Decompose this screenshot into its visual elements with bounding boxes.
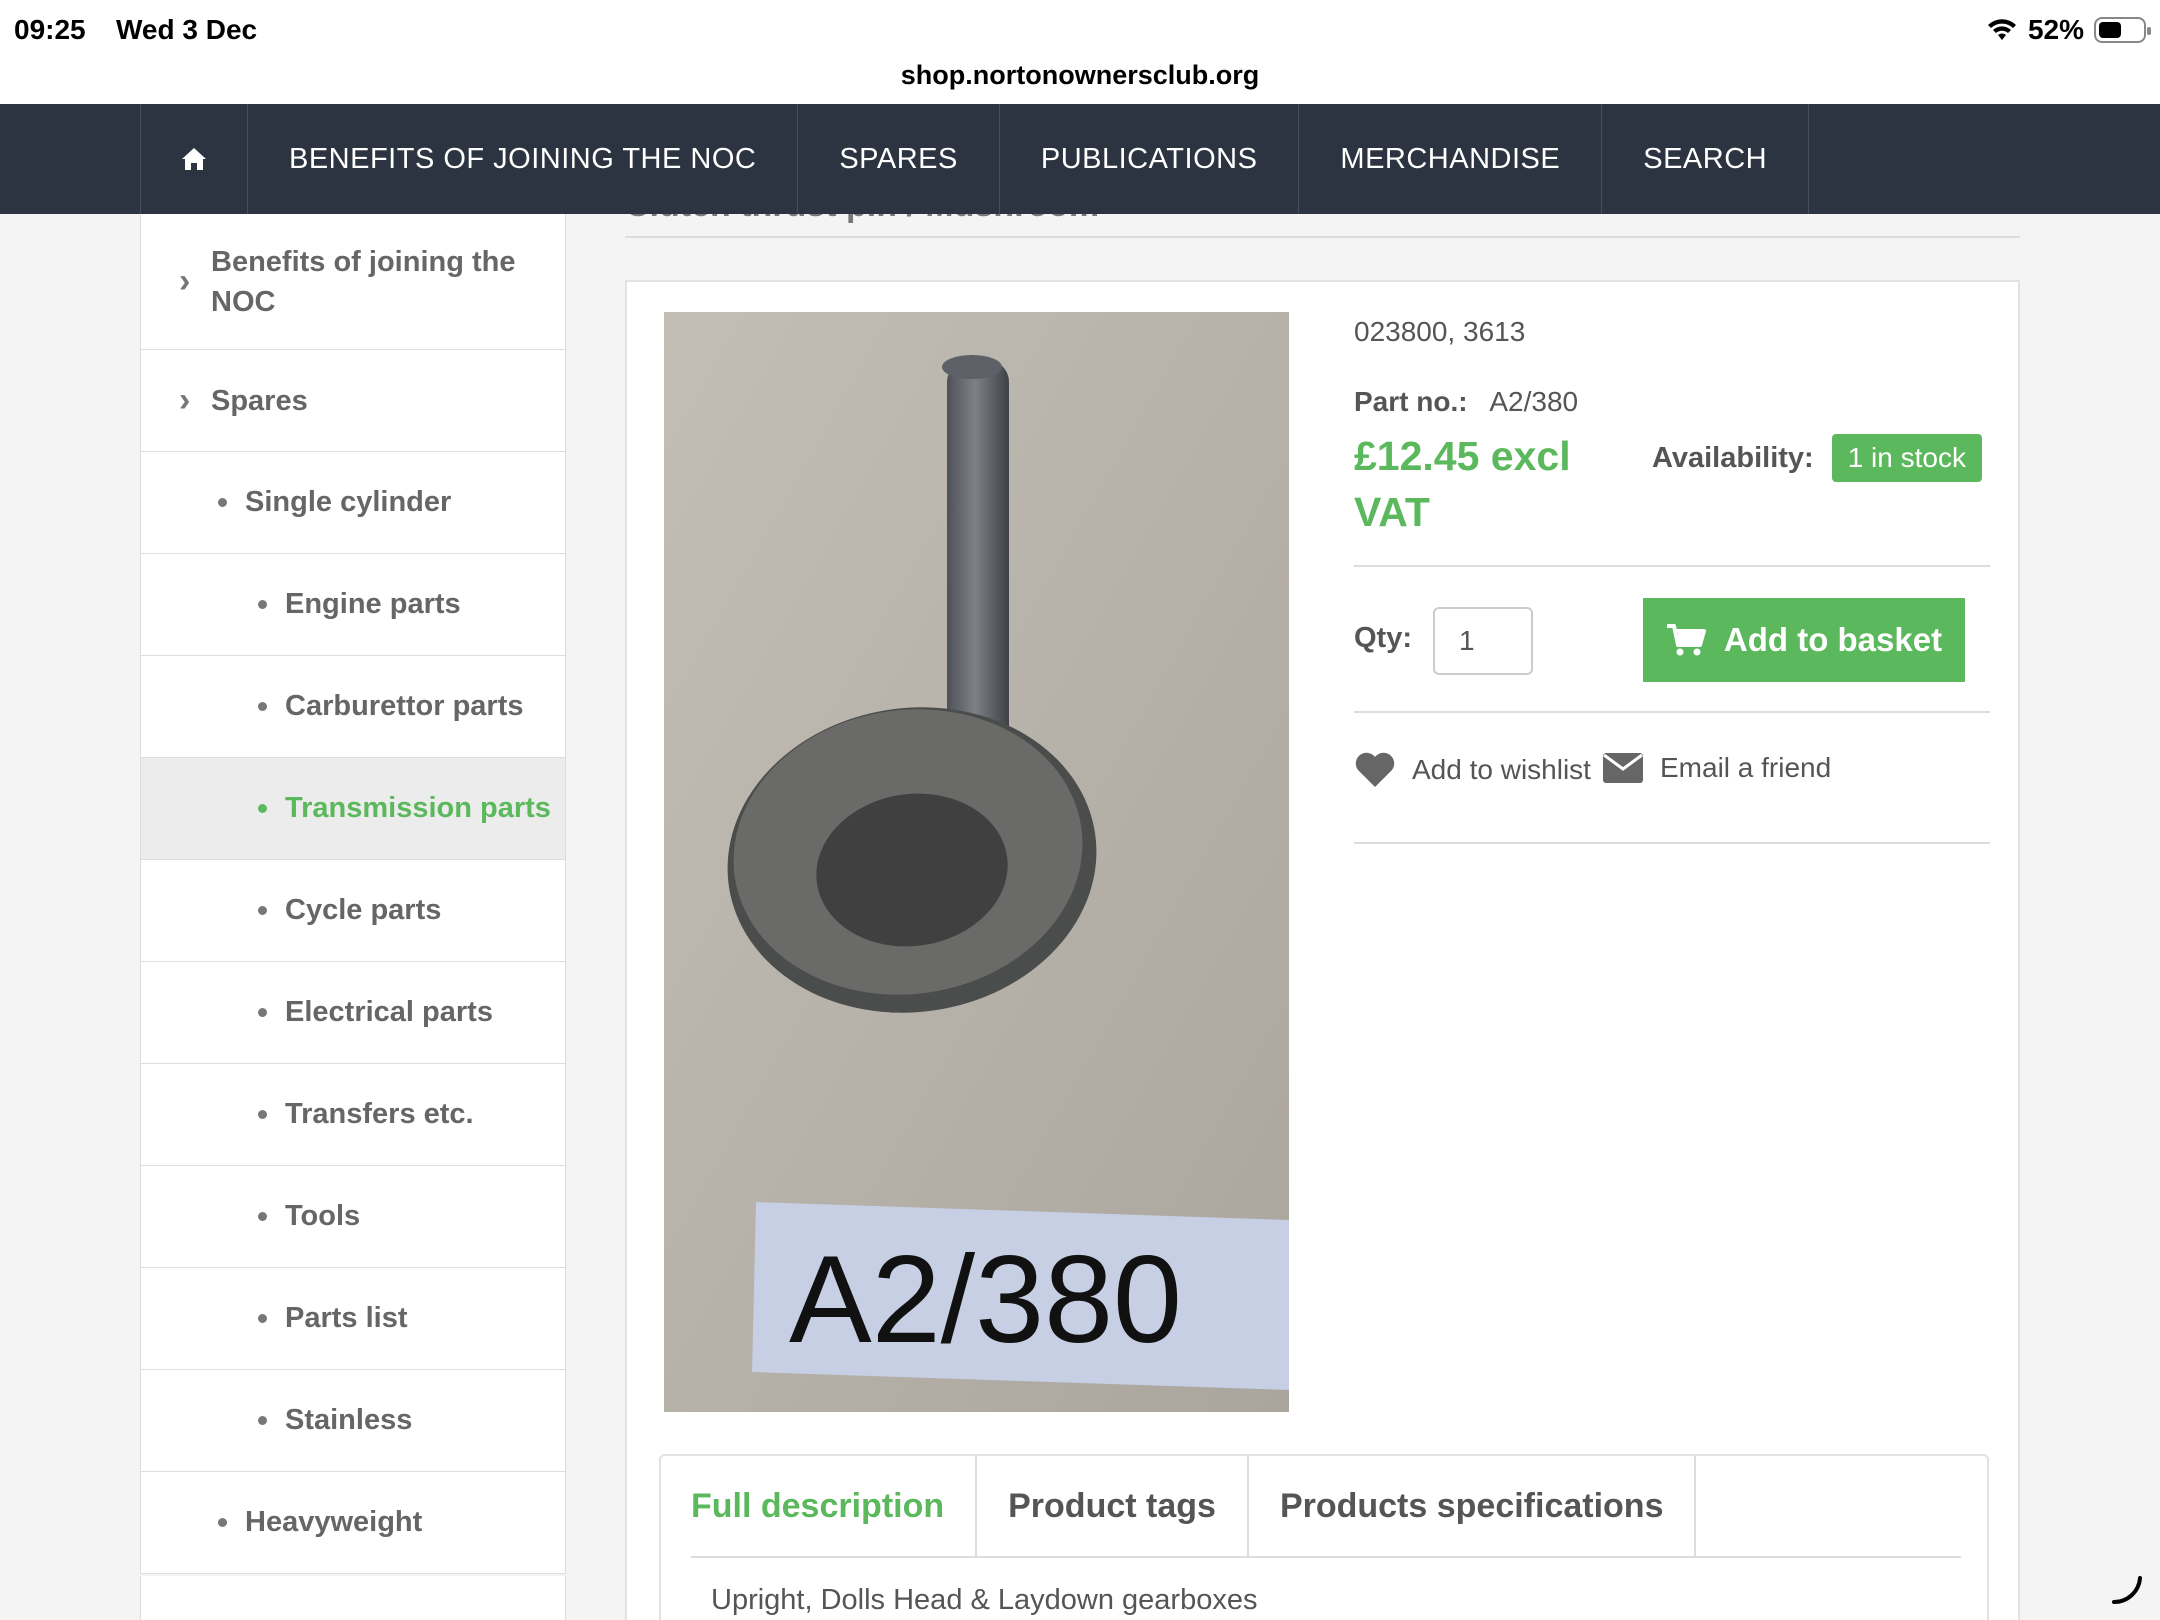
chevron-right-icon: › <box>179 262 191 300</box>
nav-search[interactable]: SEARCH <box>1601 104 1810 214</box>
sidebar-item-label: Benefits of joining the NOC <box>211 245 516 318</box>
bullet-icon <box>258 1212 267 1221</box>
bullet-icon <box>258 1008 267 1017</box>
bullet-icon <box>218 498 227 507</box>
sidebar-item-label: Tools <box>285 1200 361 1232</box>
add-to-basket-button[interactable]: Add to basket <box>1643 598 1965 682</box>
bullet-icon <box>258 1314 267 1323</box>
sidebar-item-label: Spares <box>211 384 308 417</box>
email-label: Email a friend <box>1660 752 1832 783</box>
tab-products-specifications[interactable]: Products specifications <box>1249 1456 1697 1556</box>
sidebar-item-label: Stainless <box>285 1404 413 1436</box>
bullet-icon <box>218 1518 227 1527</box>
part-number-label: Part no.: <box>1354 386 1468 417</box>
qty-label: Qty: <box>1354 622 1412 654</box>
sidebar-item-transmission-parts[interactable]: Transmission parts <box>141 758 565 860</box>
part-label-text: A2/380 <box>789 1231 1182 1369</box>
bullet-icon <box>258 1416 267 1425</box>
sidebar-item-parts-list[interactable]: Parts list <box>141 1268 565 1370</box>
sidebar-item-heavyweight[interactable]: Heavyweight <box>141 1472 565 1574</box>
sidebar-item-electrical-parts[interactable]: Electrical parts <box>141 962 565 1064</box>
sidebar-item-label: Cycle parts <box>285 894 442 926</box>
part-number: Part no.: A2/380 <box>1354 386 1578 418</box>
sidebar-item-label: Single cylinder <box>245 486 452 518</box>
sidebar-item-carburettor-parts[interactable]: Carburettor parts <box>141 656 565 758</box>
sidebar-item-tools[interactable]: Tools <box>141 1166 565 1268</box>
product-codes: 023800, 3613 <box>1354 316 1526 347</box>
status-date: Wed 3 Dec <box>116 14 258 45</box>
sidebar-item-single-cylinder[interactable]: Single cylinder <box>141 452 565 554</box>
sidebar-item-next[interactable] <box>140 1576 566 1620</box>
product-price: £12.45 excl VAT <box>1354 433 1571 535</box>
title-divider <box>625 236 2020 238</box>
top-navigation: BENEFITS OF JOINING THE NOC SPARES PUBLI… <box>0 104 2160 214</box>
address-bar-url[interactable]: shop.nortonownersclub.org <box>0 60 2160 91</box>
sidebar-item-cycle-parts[interactable]: Cycle parts <box>141 860 565 962</box>
product-tabs: Full description Product tags Products s… <box>659 1454 1989 1620</box>
bullet-icon <box>258 906 267 915</box>
qty-input[interactable] <box>1433 607 1533 675</box>
bullet-icon <box>258 600 267 609</box>
divider <box>1354 565 1990 567</box>
bullet-icon <box>258 804 267 813</box>
sidebar-item-label: Transmission parts <box>285 792 551 824</box>
status-bar: 09:25 Wed 3 Dec shop.nortonownersclub.or… <box>0 0 2160 104</box>
home-icon <box>182 148 206 170</box>
sidebar-item-benefits[interactable]: › Benefits of joining the NOC <box>141 214 565 350</box>
product-photo: A2/380 <box>664 312 1289 1412</box>
sidebar-item-transfers[interactable]: Transfers etc. <box>141 1064 565 1166</box>
cart-icon <box>1666 624 1706 656</box>
availability-label: Availability: <box>1652 441 1814 474</box>
email-friend-link[interactable]: Email a friend <box>1602 752 1831 784</box>
sidebar-item-label: Electrical parts <box>285 996 493 1028</box>
description-text: Upright, Dolls Head & Laydown gearboxes <box>711 1584 1258 1616</box>
divider <box>1354 842 1990 844</box>
nav-home[interactable] <box>140 104 247 214</box>
battery-icon <box>2094 17 2151 43</box>
divider <box>1354 711 1990 713</box>
availability: Availability: 1 in stock <box>1652 434 1982 482</box>
bullet-icon <box>258 702 267 711</box>
status-right: 52% <box>1986 14 2151 46</box>
scroll-indicator-icon <box>2112 1576 2142 1605</box>
envelope-icon <box>1603 753 1643 783</box>
sidebar-item-spares[interactable]: › Spares <box>141 350 565 452</box>
add-to-basket-label: Add to basket <box>1723 621 1943 658</box>
wifi-icon <box>1987 19 2016 40</box>
product-image[interactable]: A2/380 <box>664 312 1289 1412</box>
add-to-wishlist-link[interactable]: Add to wishlist <box>1354 752 1591 788</box>
sidebar-item-label: Transfers etc. <box>285 1098 474 1130</box>
part-number-value: A2/380 <box>1489 386 1579 417</box>
tab-full-description[interactable]: Full description <box>691 1456 978 1556</box>
category-sidebar: › Benefits of joining the NOC › Spares S… <box>140 214 566 1574</box>
nav-merchandise[interactable]: MERCHANDISE <box>1298 104 1601 214</box>
nav-spares[interactable]: SPARES <box>797 104 999 214</box>
chevron-right-icon: › <box>179 381 191 419</box>
battery-percent: 52% <box>2027 14 2084 45</box>
wishlist-label: Add to wishlist <box>1412 754 1591 785</box>
tabs-divider <box>691 1556 1961 1558</box>
heart-icon <box>1355 752 1395 787</box>
tab-product-tags[interactable]: Product tags <box>977 1456 1249 1556</box>
sidebar-item-label: Heavyweight <box>245 1506 423 1538</box>
nav-benefits[interactable]: BENEFITS OF JOINING THE NOC <box>247 104 797 214</box>
product-details: A2/380 023800, 3613 Part no.: A2/380 £12… <box>625 280 2020 1620</box>
sidebar-item-engine-parts[interactable]: Engine parts <box>141 554 565 656</box>
sidebar-item-label: Carburettor parts <box>285 690 524 722</box>
sidebar-item-stainless[interactable]: Stainless <box>141 1370 565 1472</box>
bullet-icon <box>258 1110 267 1119</box>
sidebar-item-label: Parts list <box>285 1302 408 1334</box>
sidebar-item-label: Engine parts <box>285 588 461 620</box>
battery-level <box>2099 22 2121 38</box>
stock-badge: 1 in stock <box>1831 434 1982 482</box>
nav-publications[interactable]: PUBLICATIONS <box>998 104 1299 214</box>
status-time: 09:25 <box>14 14 86 45</box>
